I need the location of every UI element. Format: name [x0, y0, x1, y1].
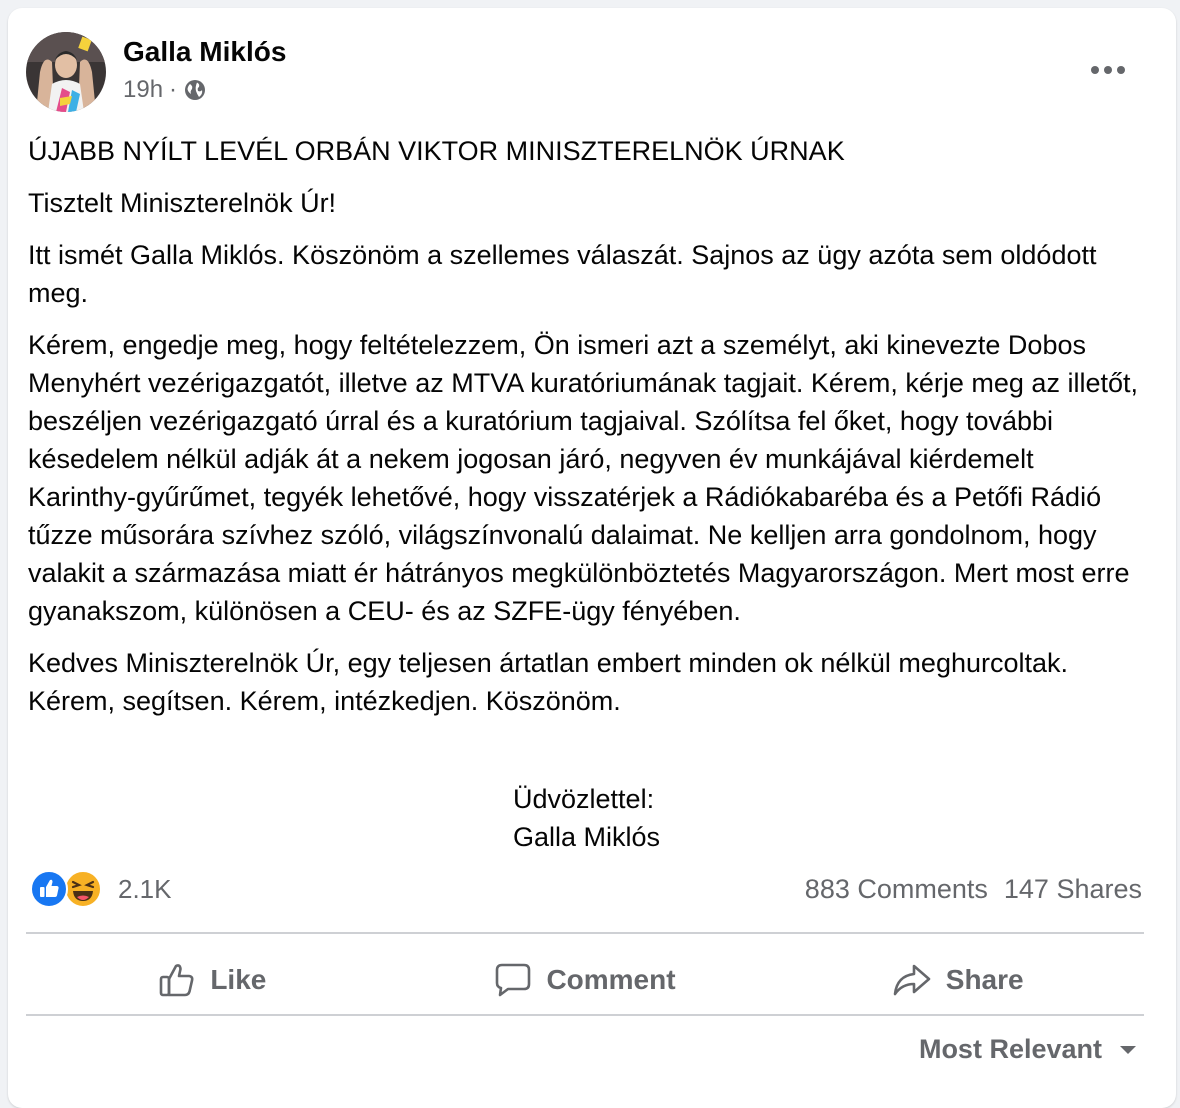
post-paragraph: Itt ismét Galla Miklós. Köszönöm a szell…	[28, 240, 1097, 308]
share-icon	[893, 964, 931, 996]
post-card: Galla Miklós 19h · ÚJABB NYÍLT LEVÉL ORB…	[8, 8, 1176, 1108]
caret-down-icon	[1120, 1045, 1136, 1054]
comments-count[interactable]: 883 Comments	[805, 874, 988, 905]
post-meta: 19h ·	[123, 76, 207, 104]
author-avatar[interactable]	[26, 32, 106, 112]
share-label: Share	[945, 964, 1024, 995]
like-button[interactable]: Like	[26, 940, 399, 1020]
haha-reaction-icon	[64, 870, 102, 908]
signoff-line: Üdvözlettel:	[513, 784, 655, 814]
signature-line: Galla Miklós	[513, 822, 661, 852]
comment-button[interactable]: Comment	[399, 940, 772, 1020]
sort-label: Most Relevant	[918, 1034, 1102, 1064]
globe-icon[interactable]	[183, 78, 207, 102]
engagement-stats: 883 Comments 147 Shares	[805, 874, 1142, 905]
share-button[interactable]: Share	[771, 940, 1144, 1020]
like-reaction-icon	[30, 870, 68, 908]
shares-count[interactable]: 147 Shares	[1004, 874, 1142, 905]
comments-sort-dropdown[interactable]: Most Relevant	[919, 1034, 1138, 1065]
action-bar: Like Comment Share	[26, 940, 1144, 1020]
divider	[26, 932, 1144, 934]
reaction-count[interactable]: 2.1K	[118, 874, 172, 905]
thumbs-up-icon	[160, 964, 194, 997]
post-heading: ÚJABB NYÍLT LEVÉL ORBÁN VIKTOR MINISZTER…	[28, 136, 845, 166]
more-options-button[interactable]	[1082, 52, 1134, 88]
more-options-icon	[1091, 66, 1125, 74]
post-signoff: Üdvözlettel: Galla Miklós	[513, 780, 660, 856]
divider	[26, 1014, 1144, 1016]
post-timestamp[interactable]: 19h	[123, 76, 163, 104]
comment-label: Comment	[546, 964, 676, 995]
post-paragraph: Kedves Miniszterelnök Úr, egy teljesen á…	[28, 648, 1069, 716]
comment-icon	[496, 963, 531, 997]
post-greeting: Tisztelt Miniszterelnök Úr!	[28, 188, 337, 218]
like-label: Like	[210, 964, 267, 995]
meta-separator: ·	[169, 76, 178, 103]
post-paragraph: Kérem, engedje meg, hogy feltételezzem, …	[28, 330, 1138, 626]
reactions-summary[interactable]: 2.1K	[30, 870, 172, 908]
post-body: ÚJABB NYÍLT LEVÉL ORBÁN VIKTOR MINISZTER…	[28, 132, 1148, 734]
author-name[interactable]: Galla Miklós	[123, 36, 286, 68]
